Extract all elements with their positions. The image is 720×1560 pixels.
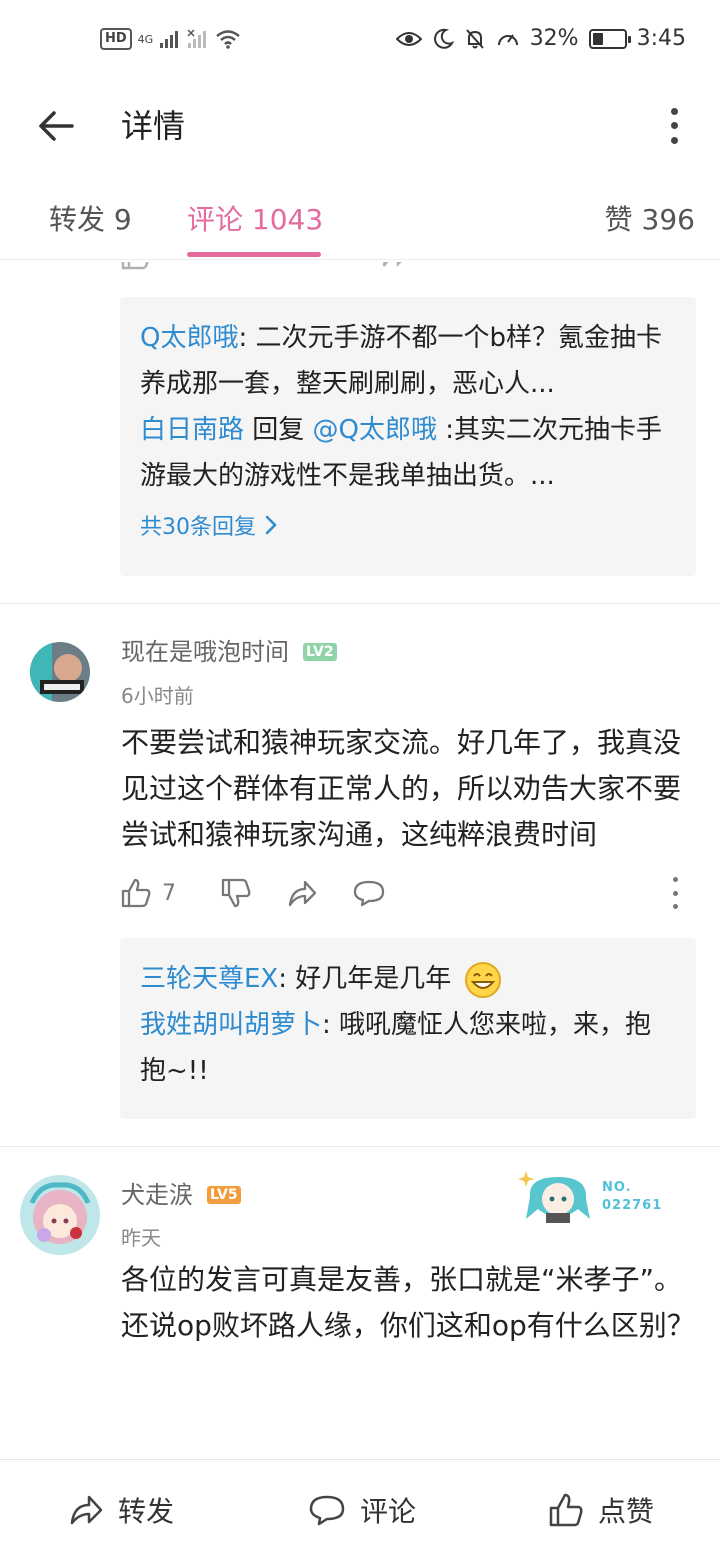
- previous-comment-actions: [0, 262, 720, 270]
- comment-time: 6小时前: [121, 684, 194, 708]
- avatar[interactable]: [18, 1173, 102, 1257]
- more-dot: [672, 904, 678, 909]
- level-badge: LV5: [207, 1186, 241, 1204]
- comment-text-line: 各位的发言可真是友善，张口就是“米孝子”。: [121, 1263, 683, 1296]
- comment-author[interactable]: 现在是哦泡时间 LV2: [121, 637, 337, 667]
- wifi-icon: [216, 30, 240, 49]
- signal-no-sim-icon: [187, 29, 207, 48]
- comment-actions: 7: [120, 873, 700, 913]
- status-bar: HD 4G 32% 3:45: [0, 0, 720, 84]
- more-dot: [670, 107, 678, 115]
- comment-text[interactable]: 各位的发言可真是友善，张口就是“米孝子”。 还说op败坏路人缘，你们这和op有什…: [121, 1257, 696, 1349]
- eye-icon: [395, 31, 422, 46]
- tab-comments[interactable]: 评论 1043: [187, 202, 323, 238]
- reply-preview-1[interactable]: Q太郎哦: 二次元手游不都一个b样？氪金抽卡养成那一套，整天刷刷刷，恶心人...: [140, 315, 676, 407]
- reply-username[interactable]: 白日南路: [140, 415, 244, 445]
- view-all-replies-label: 共30条回复: [140, 515, 256, 540]
- network-type: 4G: [137, 32, 154, 46]
- bottom-comment-button[interactable]: 评论: [308, 1490, 416, 1530]
- user-avatar-image: [20, 1175, 100, 1255]
- comment-bubble-icon: [353, 880, 385, 907]
- comment-text-line: 还说op败坏路人缘，你们这和op有什么区别？: [121, 1309, 695, 1342]
- comment-text[interactable]: 不要尝试和猿神玩家交流。好几年了，我真没见过这个群体有正常人的，所以劝告大家不要…: [121, 720, 696, 858]
- reply-preview-box[interactable]: 三轮天尊EX: 好几年是几年 我姓胡叫胡萝卜: 哦吼魔怔人您来啦，来，抱抱~!!: [120, 938, 696, 1119]
- reply-preview-2[interactable]: 白日南路 回复 @Q太郎哦 :其实二次元抽卡手游最大的游戏性不是我单抽出货。..…: [140, 407, 676, 499]
- thumbs-up-icon: [549, 1493, 583, 1527]
- tab-likes[interactable]: 赞 396: [605, 202, 695, 238]
- share-icon: [288, 880, 317, 907]
- thumbs-up-icon: [121, 262, 149, 270]
- reply-mention[interactable]: @Q太郎哦: [313, 415, 437, 445]
- comment-time: 昨天: [121, 1226, 161, 1250]
- more-dot: [670, 122, 678, 130]
- bottom-repost-label: 转发: [118, 1495, 175, 1528]
- share-icon: [382, 262, 402, 268]
- speedometer-icon: [497, 33, 518, 45]
- thumbs-down-icon: [221, 878, 251, 908]
- reply-username[interactable]: 三轮天尊EX: [140, 964, 278, 994]
- view-all-replies-link[interactable]: 共30条回复: [140, 509, 676, 541]
- more-dot: [672, 877, 678, 882]
- author-name[interactable]: 犬走涙: [121, 1180, 193, 1210]
- comment-author[interactable]: 犬走涙 LV5: [121, 1180, 241, 1210]
- reply-preview-2[interactable]: 我姓胡叫胡萝卜: 哦吼魔怔人您来啦，来，抱抱~!!: [140, 1002, 676, 1094]
- app-header: 详情: [0, 84, 720, 168]
- fan-badge[interactable]: NO. 022761: [518, 1167, 666, 1227]
- bell-off-icon: [465, 28, 484, 49]
- moon-icon: [433, 28, 454, 49]
- tab-active-indicator: [187, 252, 321, 257]
- share-button[interactable]: [286, 879, 318, 907]
- comment-item: 犬走涙 LV5 昨天 NO. 022761 各位的发言可真是友善，张口就是“米孝…: [0, 1147, 720, 1459]
- tab-bar: 转发 9 评论 1043 赞 396: [0, 168, 720, 260]
- share-icon: [70, 1495, 103, 1525]
- reply-preview-box[interactable]: Q太郎哦: 二次元手游不都一个b样？氪金抽卡养成那一套，整天刷刷刷，恶心人...…: [120, 297, 696, 576]
- arrow-left-icon: [39, 111, 74, 141]
- thumbs-up-icon: [121, 878, 151, 908]
- chevron-right-icon: [265, 515, 277, 535]
- more-dot: [672, 890, 678, 896]
- bottom-repost-button[interactable]: 转发: [68, 1490, 174, 1530]
- battery-percent: 32%: [529, 26, 579, 51]
- miku-badge-icon: [518, 1171, 590, 1223]
- bottom-action-bar: 转发 评论 点赞: [0, 1459, 720, 1560]
- like-button[interactable]: 7: [120, 878, 176, 908]
- author-name[interactable]: 现在是哦泡时间: [121, 637, 289, 667]
- reply-username[interactable]: Q太郎哦: [140, 323, 238, 353]
- battery-fill: [592, 32, 603, 45]
- level-badge: LV2: [303, 643, 337, 661]
- signal-icon: [160, 31, 179, 48]
- clock: 3:45: [636, 26, 686, 51]
- hd-indicator: HD: [100, 28, 132, 50]
- tab-repost[interactable]: 转发 9: [49, 202, 132, 238]
- status-left: HD 4G: [100, 28, 241, 50]
- comment-bubble-icon: [309, 1495, 345, 1526]
- like-count: 7: [162, 880, 176, 906]
- grin-emoji-icon: [464, 961, 501, 998]
- battery-icon: [588, 28, 631, 49]
- bottom-like-button[interactable]: 点赞: [548, 1490, 654, 1530]
- reply-mid: 回复: [244, 415, 313, 445]
- more-options-button[interactable]: [664, 104, 684, 148]
- comment-more-button[interactable]: [670, 877, 680, 909]
- avatar[interactable]: [30, 642, 90, 702]
- page-title: 详情: [121, 107, 186, 145]
- status-right: 32% 3:45: [395, 26, 686, 51]
- reply-text: : 好几年是几年: [278, 964, 452, 994]
- dislike-button[interactable]: [220, 878, 252, 908]
- reply-username[interactable]: 我姓胡叫胡萝卜: [140, 1010, 322, 1040]
- bottom-like-label: 点赞: [598, 1495, 655, 1528]
- more-dot: [670, 137, 678, 145]
- comment-list[interactable]: Q太郎哦: 二次元手游不都一个b样？氪金抽卡养成那一套，整天刷刷刷，恶心人...…: [0, 262, 720, 1459]
- badge-number: NO. 022761: [602, 1180, 663, 1213]
- reply-preview-1[interactable]: 三轮天尊EX: 好几年是几年: [140, 956, 676, 1002]
- bottom-comment-label: 评论: [360, 1495, 417, 1528]
- user-avatar-image: [30, 642, 90, 702]
- back-button[interactable]: [36, 106, 76, 146]
- reply-button[interactable]: [352, 879, 386, 907]
